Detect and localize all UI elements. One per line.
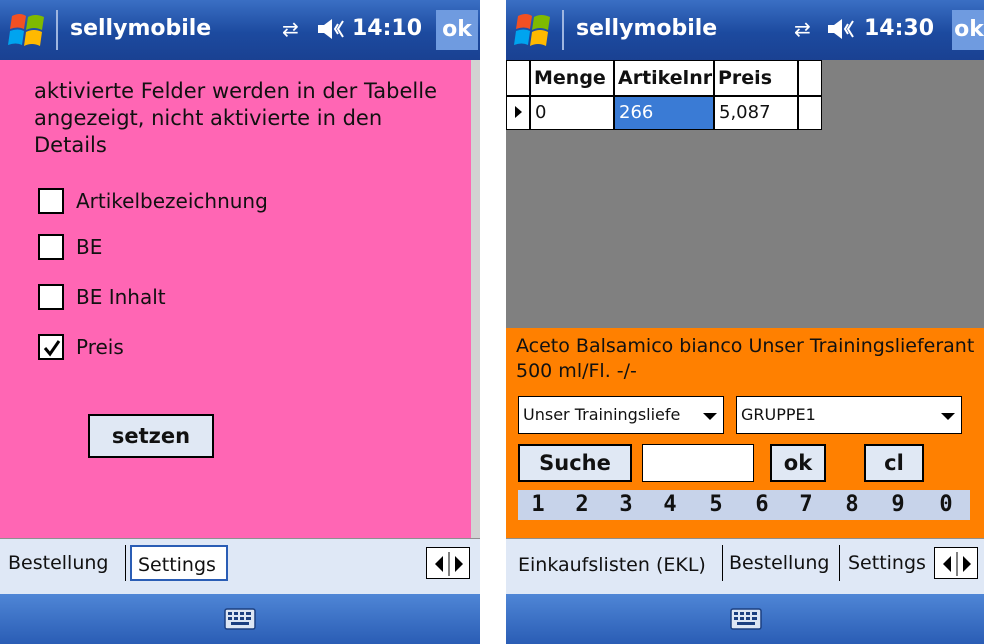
- column-header-artikelnr[interactable]: Artikelnr: [614, 60, 714, 96]
- digit-key-1[interactable]: 1: [520, 490, 556, 520]
- scroll-left-icon[interactable]: [435, 556, 443, 572]
- title-bar: sellymobile ⇄ 14:10 ok: [0, 0, 480, 60]
- checkbox-label: Preis: [76, 335, 124, 359]
- checkbox-label: BE: [76, 235, 103, 259]
- checkmark-icon: [43, 340, 61, 357]
- scroll-right-icon[interactable]: [455, 556, 463, 572]
- volume-icon[interactable]: [316, 16, 350, 42]
- group-dropdown-value: GRUPPE1: [741, 405, 816, 424]
- supplier-dropdown-value: Unser Trainingsliefe: [523, 405, 681, 424]
- settings-panel: aktivierte Felder werden in der Tabelle …: [0, 60, 471, 538]
- table-cell-filler: [798, 96, 822, 130]
- tab-bestellung[interactable]: Bestellung: [722, 545, 840, 581]
- bottom-bar: [0, 594, 480, 644]
- clear-button[interactable]: cl: [864, 444, 924, 482]
- data-grid: Menge Artikelnr Preis 0 266 5,087: [506, 60, 984, 328]
- checkbox-label: Artikelbezeichnung: [76, 189, 268, 213]
- connectivity-icon[interactable]: ⇄: [794, 18, 824, 40]
- digit-key-4[interactable]: 4: [652, 490, 688, 520]
- digit-keypad: 1 2 3 4 5 6 7 8 9 0: [518, 490, 970, 520]
- scrollbar-strip: [471, 60, 480, 538]
- digit-key-0[interactable]: 0: [928, 490, 964, 520]
- scroll-right-icon[interactable]: [963, 556, 971, 572]
- windows-start-icon[interactable]: [8, 12, 48, 50]
- digit-key-2[interactable]: 2: [564, 490, 600, 520]
- tab-bestellung[interactable]: Bestellung: [2, 545, 126, 581]
- app-title: sellymobile: [576, 16, 718, 41]
- row-header[interactable]: [506, 96, 530, 130]
- digit-key-8[interactable]: 8: [834, 490, 870, 520]
- search-input[interactable]: [642, 444, 754, 482]
- tab-scroll-arrows[interactable]: [934, 547, 978, 579]
- bottom-bar: [506, 594, 984, 644]
- table-cell-artikelnr[interactable]: 266: [614, 96, 714, 130]
- tab-scroll-arrows[interactable]: [426, 547, 470, 579]
- title-separator: [56, 10, 58, 50]
- article-description: Aceto Balsamico bianco Unser Trainingsli…: [516, 335, 975, 382]
- scroll-left-icon[interactable]: [943, 556, 951, 572]
- digit-key-7[interactable]: 7: [788, 490, 824, 520]
- left-device-screen: sellymobile ⇄ 14:10 ok aktivierte Felder…: [0, 0, 480, 644]
- digit-key-9[interactable]: 9: [880, 490, 916, 520]
- keyboard-icon[interactable]: [224, 608, 256, 630]
- group-dropdown[interactable]: GRUPPE1: [736, 396, 962, 434]
- ok-button[interactable]: ok: [436, 10, 478, 50]
- checkbox-artikelbezeichnung[interactable]: [38, 188, 64, 214]
- info-text: aktivierte Felder werden in der Tabelle …: [34, 79, 438, 157]
- tab-settings[interactable]: Settings: [842, 545, 934, 581]
- checkbox-be[interactable]: [38, 234, 64, 260]
- title-bar: sellymobile ⇄ 14:30 ok: [506, 0, 984, 60]
- right-device-screen: sellymobile ⇄ 14:30 ok Menge Artikelnr P…: [506, 0, 984, 644]
- supplier-dropdown[interactable]: Unser Trainingsliefe: [518, 396, 724, 434]
- setzen-button[interactable]: setzen: [88, 414, 214, 458]
- tab-settings[interactable]: Settings: [130, 545, 228, 581]
- clock: 14:30: [864, 16, 935, 41]
- checkbox-be-inhalt[interactable]: [38, 284, 64, 310]
- connectivity-icon[interactable]: ⇄: [282, 18, 312, 40]
- app-title: sellymobile: [70, 16, 212, 41]
- volume-icon[interactable]: [826, 16, 860, 42]
- ok-action-button[interactable]: ok: [770, 444, 826, 482]
- ok-button[interactable]: ok: [952, 10, 984, 50]
- digit-key-6[interactable]: 6: [744, 490, 780, 520]
- tab-bar: Einkaufslisten (EKL) Bestellung Settings: [506, 538, 984, 595]
- digit-key-3[interactable]: 3: [608, 490, 644, 520]
- dropdown-arrow-icon: [703, 413, 717, 420]
- article-panel: Aceto Balsamico bianco Unser Trainingsli…: [506, 328, 984, 538]
- column-header-menge[interactable]: Menge: [530, 60, 614, 96]
- dropdown-arrow-icon: [941, 413, 955, 420]
- checkbox-preis[interactable]: [38, 334, 64, 360]
- digit-key-5[interactable]: 5: [698, 490, 734, 520]
- tab-einkaufslisten[interactable]: Einkaufslisten (EKL): [510, 545, 722, 581]
- grid-corner-header: [506, 60, 530, 96]
- table-cell-preis[interactable]: 5,087: [714, 96, 798, 130]
- table-cell-menge[interactable]: 0: [530, 96, 614, 130]
- title-separator: [562, 10, 564, 50]
- row-pointer-icon: [515, 106, 522, 118]
- grid-filler-header: [798, 60, 822, 96]
- tab-bar: Bestellung Settings: [0, 538, 480, 595]
- column-header-preis[interactable]: Preis: [714, 60, 798, 96]
- windows-start-icon[interactable]: [514, 12, 554, 50]
- keyboard-icon[interactable]: [730, 608, 762, 630]
- search-button[interactable]: Suche: [518, 444, 632, 482]
- checkbox-label: BE Inhalt: [76, 285, 166, 309]
- clock: 14:10: [352, 16, 423, 41]
